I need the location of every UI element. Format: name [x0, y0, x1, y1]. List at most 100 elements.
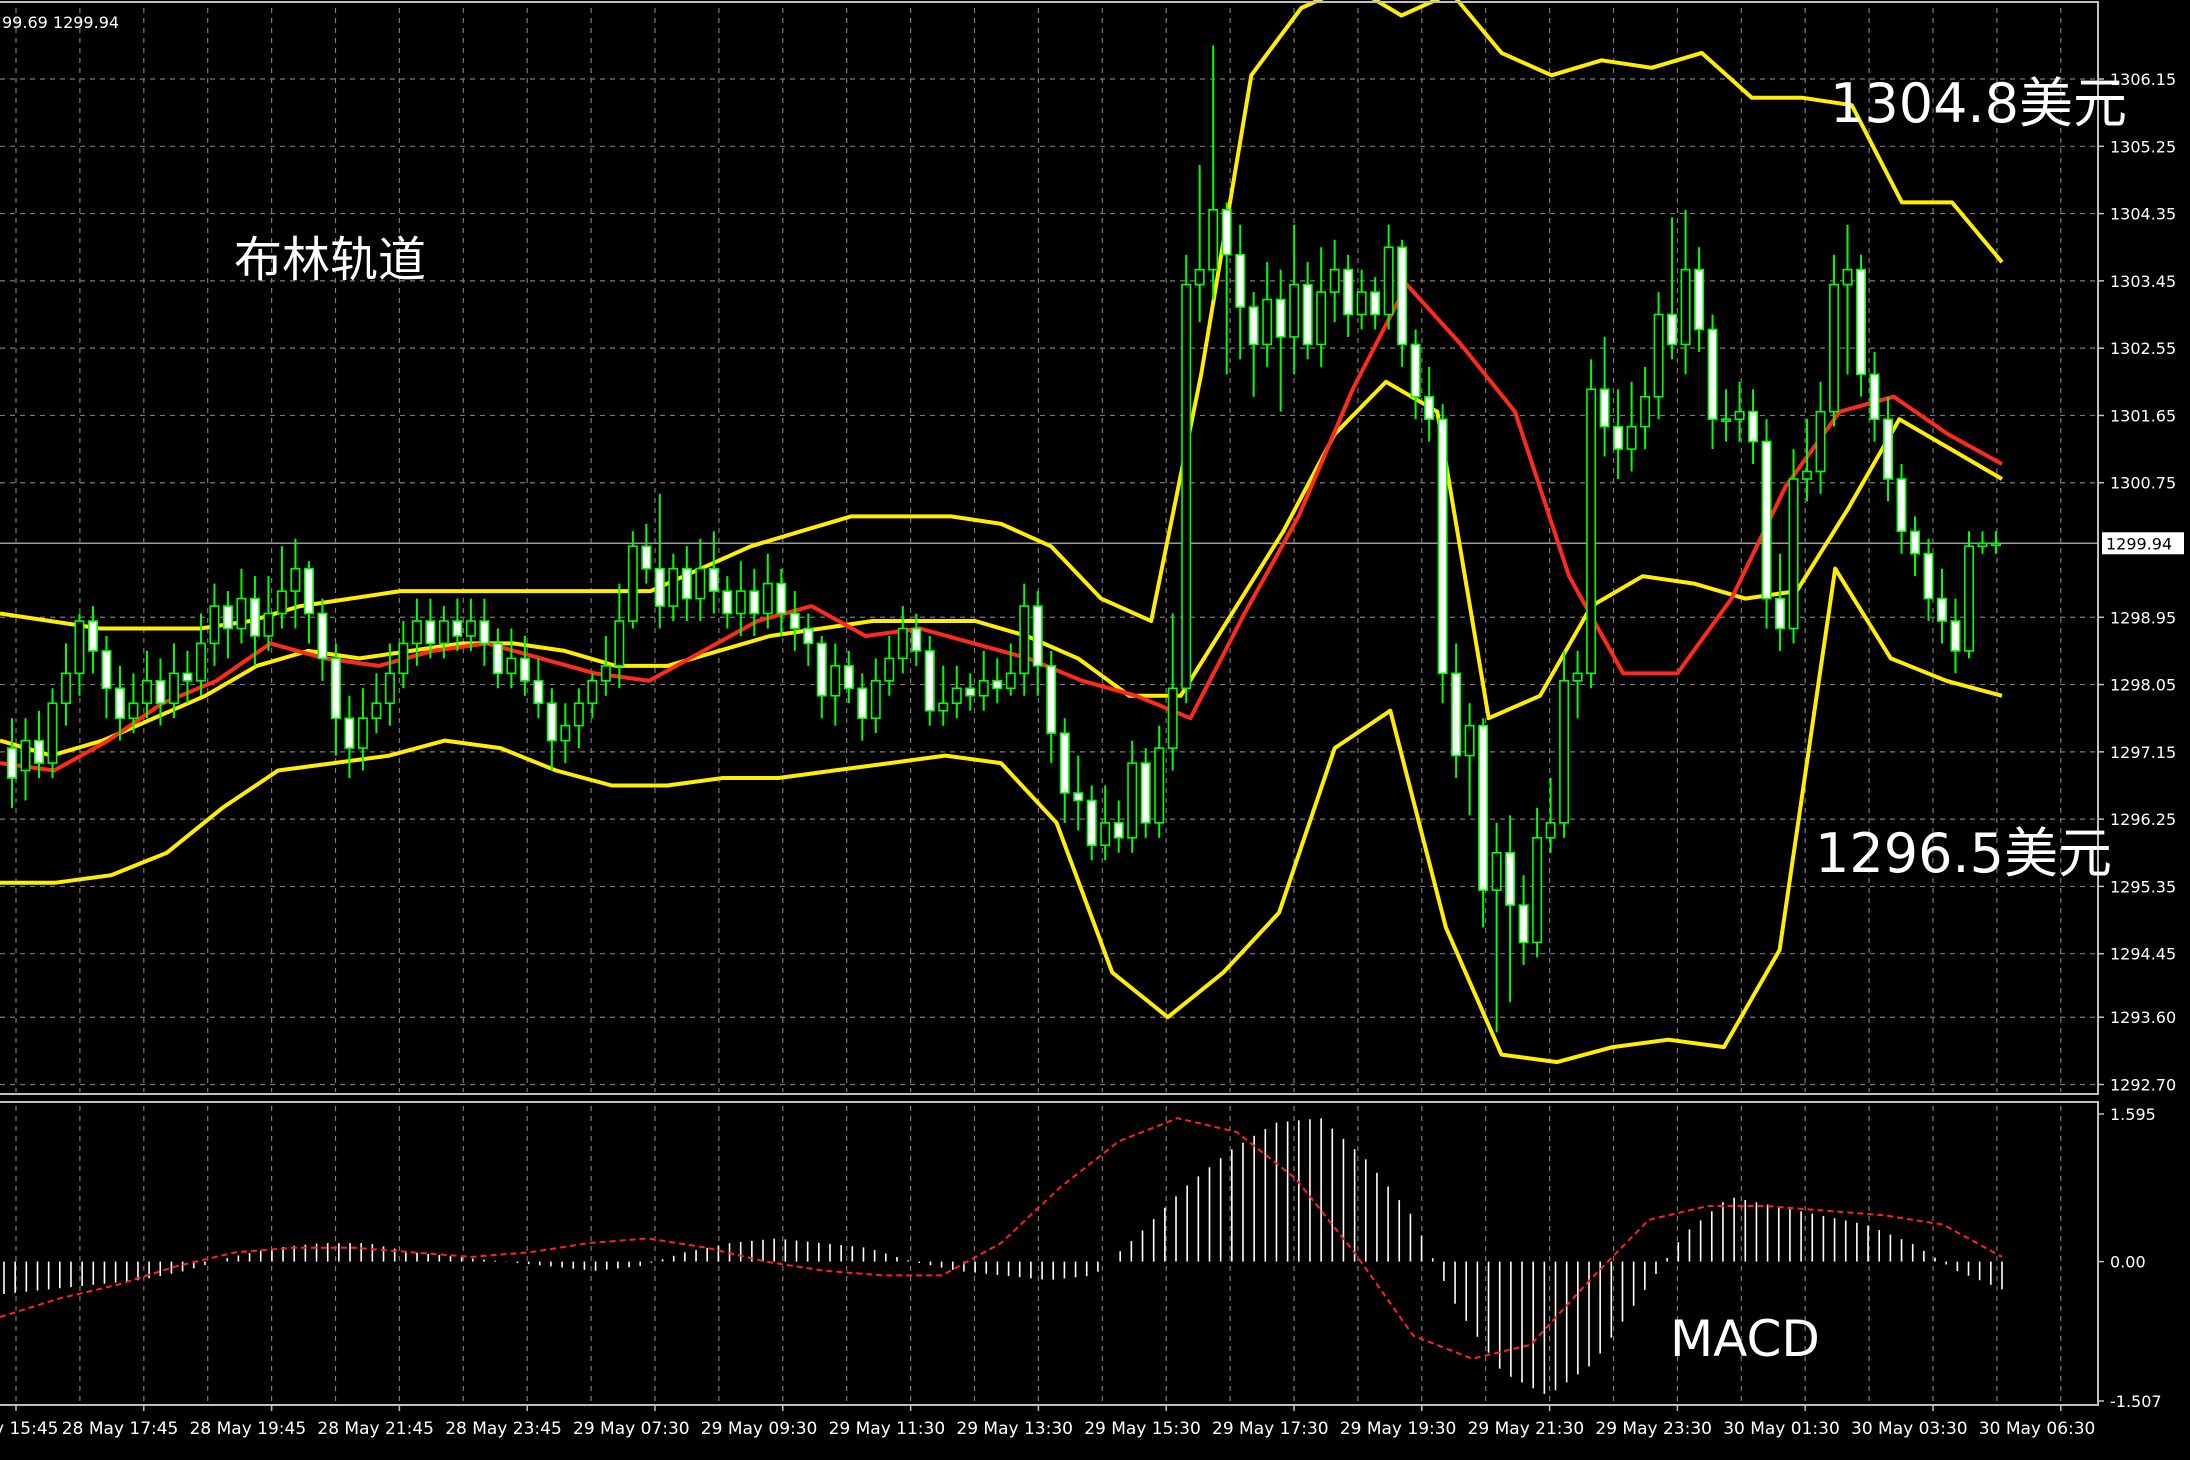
candle-body — [141, 680, 152, 705]
price-tick-label: 1297.15 — [2110, 743, 2176, 762]
candle-body — [803, 627, 814, 645]
candle-body — [668, 567, 679, 607]
candle-body — [1896, 478, 1907, 533]
price-tick-label: 1294.45 — [2110, 945, 2176, 964]
candle-body — [1545, 822, 1556, 839]
candle-body — [1343, 268, 1354, 316]
candle-body — [992, 680, 1003, 690]
candle-body — [560, 724, 571, 742]
chart-canvas: 1306.151305.251304.351303.451302.551301.… — [0, 0, 2190, 1456]
price-tick-label: 1298.05 — [2110, 676, 2176, 695]
candle-body — [695, 567, 706, 600]
candle-body — [1923, 552, 1934, 600]
price-tick-label: 1305.25 — [2110, 137, 2176, 156]
candle-body — [465, 620, 476, 637]
candle-body — [1748, 410, 1759, 443]
candle-body — [1572, 672, 1583, 682]
time-tick-label: y 15:45 — [0, 1419, 58, 1439]
candle-body — [1640, 395, 1651, 428]
candle-body — [600, 665, 611, 682]
candle-body — [978, 680, 989, 697]
candle-body — [1694, 268, 1705, 331]
candle-body — [263, 612, 274, 637]
candle-body — [1532, 837, 1543, 944]
candle-body — [330, 657, 341, 720]
time-tick-label: 29 May 15:30 — [1084, 1419, 1201, 1439]
candle-body — [1356, 291, 1367, 316]
candle-body — [1208, 209, 1219, 271]
candle-body — [1167, 687, 1178, 749]
price-tick-label: 1295.35 — [2110, 877, 2176, 896]
candle-body — [1019, 605, 1030, 675]
macd-label: MACD — [1670, 1310, 1820, 1368]
candle-body — [114, 687, 125, 720]
candle-body — [290, 567, 301, 592]
candle-body — [1761, 440, 1772, 600]
candle-body — [344, 717, 355, 749]
candle-body — [1613, 425, 1624, 450]
price-tick-label: 1304.35 — [2110, 205, 2176, 224]
time-tick-label: 29 May 17:30 — [1212, 1419, 1329, 1439]
candle-body — [1721, 418, 1732, 422]
candle-body — [1410, 343, 1421, 398]
candle-body — [1464, 724, 1475, 757]
time-tick-label: 28 May 17:45 — [62, 1419, 179, 1439]
candle-body — [965, 687, 976, 697]
candle-body — [411, 620, 422, 645]
candle-body — [722, 590, 733, 615]
candle-body — [1370, 291, 1381, 316]
candle-body — [1275, 298, 1286, 338]
candle-body — [34, 739, 44, 764]
candle-body — [1653, 313, 1664, 398]
candle-body — [371, 702, 382, 720]
candle-body — [492, 642, 503, 675]
candle-body — [425, 620, 436, 645]
candle-body — [1100, 822, 1111, 847]
candle-body — [1559, 680, 1570, 824]
candle-body — [303, 567, 314, 615]
candle-body — [654, 567, 665, 607]
candle-body — [870, 680, 881, 720]
candle-body — [1937, 597, 1947, 622]
candle-body — [1221, 209, 1232, 256]
candle-body — [155, 680, 166, 705]
price-tick-label: 1300.75 — [2110, 474, 2176, 493]
time-tick-label: 28 May 23:45 — [445, 1419, 562, 1439]
time-tick-label: 30 May 06:30 — [1979, 1419, 2096, 1439]
candle-body — [1329, 268, 1340, 293]
price-tick-label: 1303.45 — [2110, 272, 2176, 291]
candle-body — [749, 590, 760, 615]
candle-body — [87, 620, 98, 652]
candle-body — [1505, 851, 1516, 906]
candle-body — [1680, 268, 1691, 346]
candle-body — [1289, 283, 1300, 338]
candle-body — [614, 620, 625, 667]
time-tick-label: 29 May 21:30 — [1468, 1419, 1585, 1439]
candle-body — [1991, 542, 2001, 547]
candle-body — [573, 702, 584, 727]
macd-tick-label: 1.595 — [2110, 1105, 2156, 1124]
candle — [1964, 531, 1974, 659]
candle-body — [1491, 851, 1502, 891]
candle-body — [101, 650, 112, 690]
price-tick-label: 1293.60 — [2110, 1008, 2176, 1027]
ohlc-header: 99.69 1299.94 — [2, 13, 119, 32]
candle-body — [1518, 904, 1529, 944]
candle-body — [1451, 672, 1462, 757]
candle-body — [884, 657, 895, 682]
candle-body — [249, 597, 260, 637]
lower-price-annotation: 1296.5美元 — [1815, 822, 2112, 885]
time-tick-label: 29 May 13:30 — [956, 1419, 1073, 1439]
time-tick-label: 30 May 03:30 — [1851, 1419, 1968, 1439]
candle-body — [1842, 268, 1853, 286]
candle-body — [209, 605, 220, 645]
candle-body — [1140, 762, 1151, 824]
candle — [1437, 404, 1448, 704]
candle-body — [452, 620, 463, 637]
candle-body — [1667, 313, 1678, 346]
candle-body — [1046, 665, 1057, 734]
candle-body — [1032, 605, 1043, 667]
time-tick-label: 29 May 11:30 — [829, 1419, 946, 1439]
candle-body — [1248, 306, 1259, 346]
candle — [1761, 419, 1772, 629]
